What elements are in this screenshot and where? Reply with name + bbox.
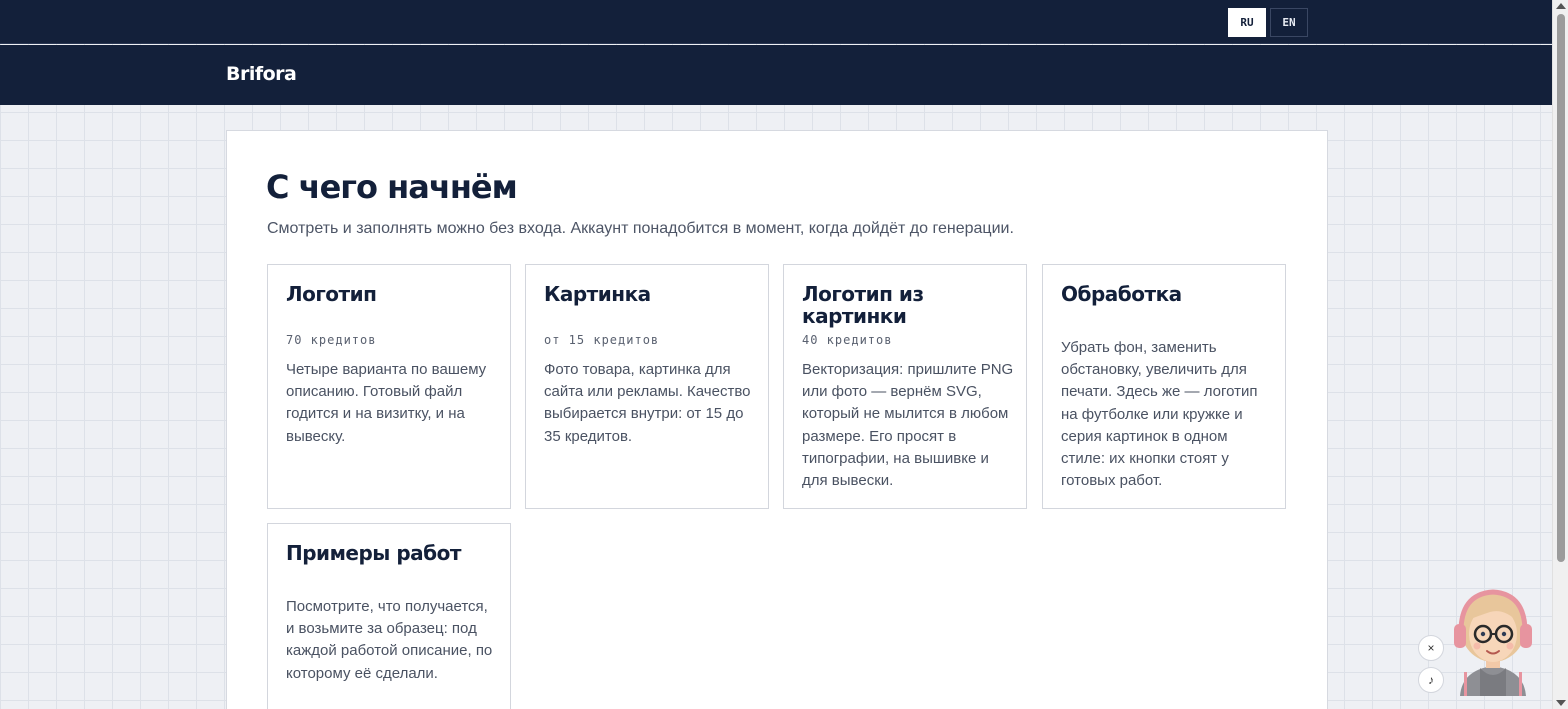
card-processing[interactable]: Обработка Убрать фон, заменить обстановк… — [1042, 264, 1286, 509]
scrollbar-thumb[interactable] — [1557, 14, 1565, 562]
card-title: Картинка — [544, 282, 651, 306]
card-logo[interactable]: Логотип 70 кредитов Четыре варианта по в… — [267, 264, 511, 509]
page-subtitle: Смотреть и заполнять можно без входа. Ак… — [267, 220, 1014, 237]
assistant-music-button[interactable]: ♪ — [1418, 667, 1444, 693]
card-title: Логотип — [286, 282, 377, 306]
assistant-avatar[interactable] — [1450, 586, 1536, 696]
site-header: Brifora — [0, 45, 1552, 105]
top-bar: RU EN — [0, 0, 1552, 44]
card-examples[interactable]: Примеры работ Посмотрите, что получается… — [267, 523, 511, 709]
card-logo-from-image[interactable]: Логотип из картинки 40 кредитов Векториз… — [783, 264, 1027, 509]
card-description: Убрать фон, заменить обстановку, увеличи… — [1061, 339, 1258, 490]
lang-en-button[interactable]: EN — [1270, 8, 1308, 37]
card-price: от 15 кредитов — [544, 333, 660, 347]
card-price: 70 кредитов — [286, 333, 377, 347]
assistant-close-button[interactable]: × — [1418, 635, 1444, 661]
card-description: Посмотрите, что получается, и возьмите з… — [286, 598, 493, 682]
scroll-up-arrow-icon[interactable] — [1556, 3, 1566, 9]
page-scrollbar[interactable] — [1552, 0, 1568, 709]
lang-ru-button[interactable]: RU — [1228, 8, 1266, 37]
card-title: Логотип из картинки — [802, 282, 924, 328]
page-title: С чего начнём — [266, 168, 518, 206]
music-note-icon: ♪ — [1428, 673, 1434, 687]
card-price: 40 кредитов — [802, 333, 893, 347]
card-description: Фото товара, картинка для сайта или рекл… — [544, 361, 751, 445]
close-icon: × — [1427, 641, 1435, 655]
card-description: Четыре варианта по вашему описанию. Гото… — [286, 361, 487, 445]
card-description: Векторизация: пришлите PNG или фото — ве… — [802, 361, 1014, 490]
card-title: Обработка — [1061, 282, 1182, 306]
card-image[interactable]: Картинка от 15 кредитов Фото товара, кар… — [525, 264, 769, 509]
card-title: Примеры работ — [286, 541, 461, 565]
brand-logo[interactable]: Brifora — [226, 63, 297, 85]
scroll-down-arrow-icon[interactable] — [1556, 700, 1566, 706]
